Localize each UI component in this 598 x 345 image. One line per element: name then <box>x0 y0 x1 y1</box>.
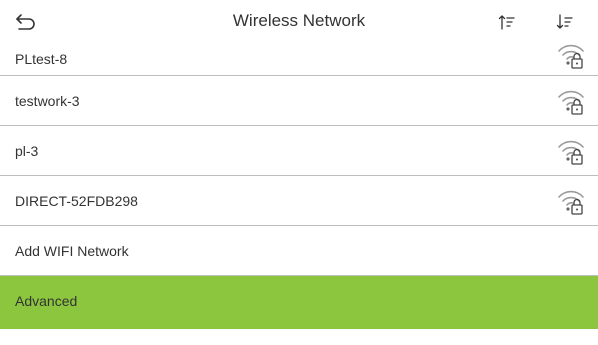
network-item[interactable]: DIRECT-52FDB298 <box>0 176 598 226</box>
wifi-lock-icon <box>558 140 584 165</box>
sort-ascending-icon[interactable] <box>498 13 516 31</box>
network-name: DIRECT-52FDB298 <box>15 193 138 209</box>
network-list: PLtest-8 testwork-3 pl-3 DIRECT-52FDB298… <box>0 42 598 329</box>
add-wifi-network-label: Add WIFI Network <box>15 243 129 259</box>
network-name: PLtest-8 <box>15 51 68 67</box>
title-bar: Wireless Network <box>0 0 598 42</box>
wifi-lock-icon <box>558 190 584 215</box>
wifi-lock-icon <box>558 90 584 115</box>
network-item[interactable]: testwork-3 <box>0 76 598 126</box>
wifi-lock-icon <box>558 44 584 69</box>
network-name: pl-3 <box>15 143 39 159</box>
network-item[interactable]: PLtest-8 <box>0 42 598 76</box>
add-wifi-network-item[interactable]: Add WIFI Network <box>0 226 598 276</box>
network-name: testwork-3 <box>15 93 80 109</box>
sort-descending-icon[interactable] <box>556 13 574 31</box>
network-item[interactable]: pl-3 <box>0 126 598 176</box>
advanced-item[interactable]: Advanced <box>0 276 598 329</box>
advanced-label: Advanced <box>15 293 78 309</box>
